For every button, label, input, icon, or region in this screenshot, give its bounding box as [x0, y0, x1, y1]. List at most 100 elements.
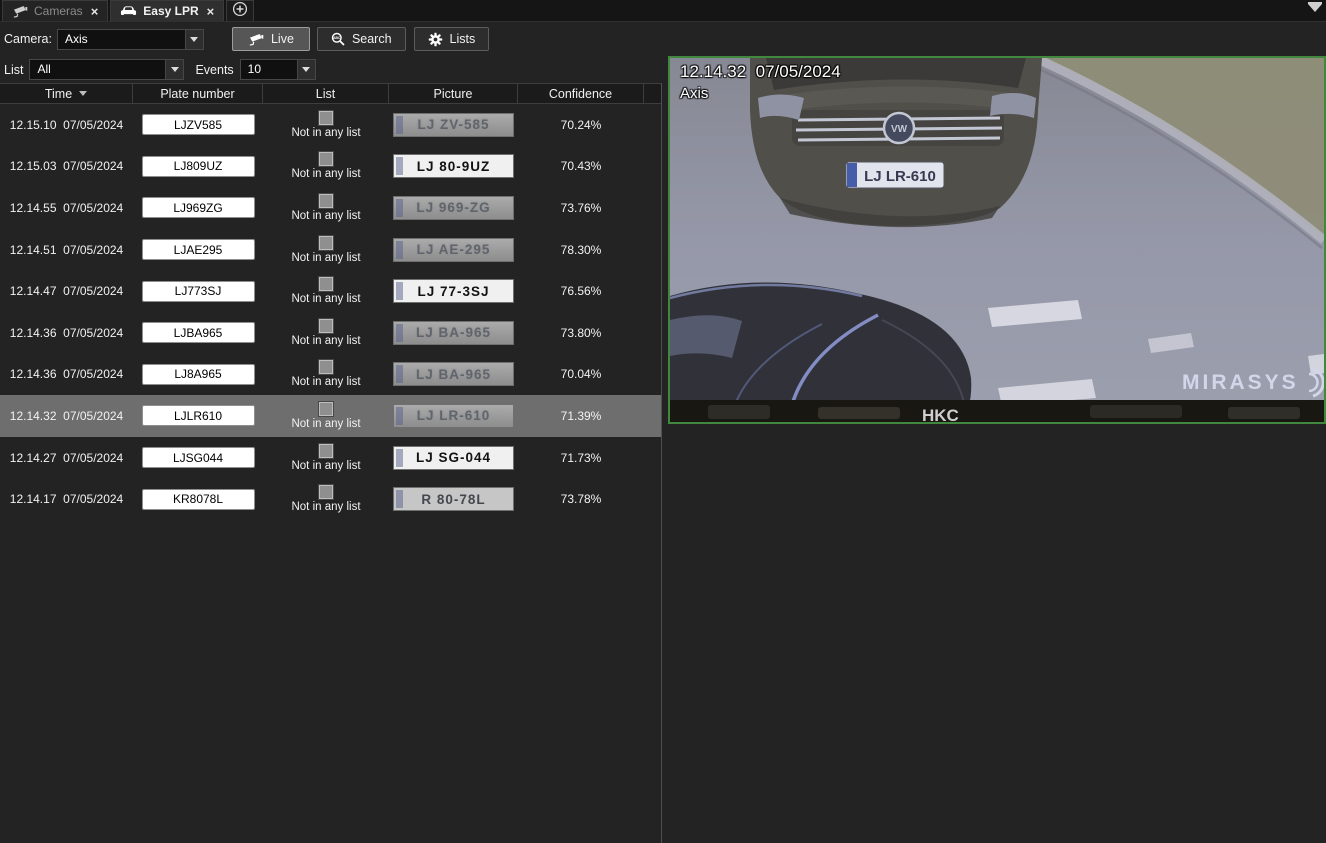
close-icon[interactable]: × [207, 4, 215, 19]
confidence-value: 71.73% [518, 451, 644, 465]
tab-easy-lpr[interactable]: Easy LPR × [110, 0, 224, 21]
plate-picture: LJ 77-3SJ [393, 279, 514, 303]
plate-number-field[interactable]: LJZV585 [142, 114, 255, 135]
event-time: 12.14.51 07/05/2024 [0, 243, 133, 257]
car-icon [120, 5, 137, 17]
table-row[interactable]: 12.14.36 07/05/2024 LJBA965 Not in any l… [0, 312, 662, 354]
plate-picture: R 80-78L [393, 487, 514, 511]
video-camera-name: Axis [680, 85, 708, 102]
video-timestamp: 12.14.32 07/05/2024 [680, 62, 841, 82]
plate-eu-strip [396, 116, 403, 134]
foreground-truck: HKC [670, 400, 1324, 422]
search-button-label: Search [352, 32, 392, 46]
live-button[interactable]: Live [232, 27, 310, 51]
table-row[interactable]: 12.14.47 07/05/2024 LJ773SJ Not in any l… [0, 270, 662, 312]
table-row[interactable]: 12.15.03 07/05/2024 LJ809UZ Not in any l… [0, 146, 662, 188]
table-row[interactable]: 12.15.10 07/05/2024 LJZV585 Not in any l… [0, 104, 662, 146]
confidence-value: 78.30% [518, 243, 644, 257]
table-row[interactable]: 12.14.55 07/05/2024 LJ969ZG Not in any l… [0, 187, 662, 229]
tab-easy-lpr-label: Easy LPR [143, 4, 198, 18]
column-header-time[interactable]: Time [0, 84, 133, 103]
plate-number-field[interactable]: LJLR610 [142, 405, 255, 426]
table-row[interactable]: 12.14.32 07/05/2024 LJLR610 Not in any l… [0, 395, 662, 437]
plate-eu-strip [396, 241, 403, 259]
list-status-label: Not in any list [291, 127, 360, 139]
plate-number-field[interactable]: LJ809UZ [142, 156, 255, 177]
close-icon[interactable]: × [91, 4, 99, 19]
magnifier-icon: ABC [331, 32, 345, 46]
lists-button[interactable]: Lists [414, 27, 490, 51]
camera-select[interactable]: Axis [57, 29, 204, 50]
confidence-value: 70.24% [518, 118, 644, 132]
search-button[interactable]: ABC Search [317, 27, 406, 51]
video-frame: VW LJ LR-610 [670, 58, 1324, 422]
list-checkbox[interactable] [319, 402, 333, 416]
list-checkbox[interactable] [319, 194, 333, 208]
events-count-value: 10 [241, 60, 297, 79]
list-status-label: Not in any list [291, 460, 360, 472]
plus-circle-icon [232, 1, 248, 22]
event-time: 12.14.47 07/05/2024 [0, 284, 133, 298]
plate-picture: LJ BA-965 [393, 362, 514, 386]
tab-overflow-icon[interactable] [1308, 4, 1322, 12]
chevron-down-icon[interactable] [185, 30, 203, 49]
table-row[interactable]: 12.14.27 07/05/2024 LJSG044 Not in any l… [0, 437, 662, 479]
plate-number-field[interactable]: LJSG044 [142, 447, 255, 468]
add-tab-button[interactable] [226, 0, 254, 21]
plate-picture: LJ AE-295 [393, 238, 514, 262]
list-checkbox[interactable] [319, 319, 333, 333]
tab-cameras[interactable]: Cameras × [2, 0, 108, 21]
list-checkbox[interactable] [319, 152, 333, 166]
column-header-list[interactable]: List [263, 84, 389, 103]
list-checkbox[interactable] [319, 277, 333, 291]
column-header-plate[interactable]: Plate number [133, 84, 263, 103]
plate-picture: LJ 969-ZG [393, 196, 514, 220]
plate-number-field[interactable]: LJAE295 [142, 239, 255, 260]
confidence-value: 76.56% [518, 284, 644, 298]
list-filter-label: List [4, 63, 23, 77]
live-video-panel[interactable]: VW LJ LR-610 [668, 56, 1326, 424]
events-filter-label: Events [195, 63, 233, 77]
events-count-select[interactable]: 10 [240, 59, 316, 80]
list-checkbox[interactable] [319, 236, 333, 250]
list-status-label: Not in any list [291, 168, 360, 180]
table-row[interactable]: 12.14.36 07/05/2024 LJ8A965 Not in any l… [0, 354, 662, 396]
camera-select-value: Axis [58, 30, 185, 49]
event-time: 12.15.03 07/05/2024 [0, 159, 133, 173]
camera-label: Camera: [4, 32, 52, 46]
plate-picture: LJ 80-9UZ [393, 154, 514, 178]
column-header-picture[interactable]: Picture [389, 84, 518, 103]
list-checkbox[interactable] [319, 485, 333, 499]
confidence-value: 73.80% [518, 326, 644, 340]
list-status-label: Not in any list [291, 418, 360, 430]
column-header-confidence[interactable]: Confidence [518, 84, 644, 103]
list-checkbox[interactable] [319, 444, 333, 458]
cctv-camera-icon [248, 33, 264, 46]
list-status-label: Not in any list [291, 210, 360, 222]
chevron-down-icon[interactable] [297, 60, 315, 79]
plate-number-field[interactable]: LJ969ZG [142, 197, 255, 218]
list-checkbox[interactable] [319, 360, 333, 374]
list-checkbox[interactable] [319, 111, 333, 125]
list-filter-value: All [30, 60, 165, 79]
event-time: 12.14.55 07/05/2024 [0, 201, 133, 215]
plate-number-field[interactable]: LJ8A965 [142, 364, 255, 385]
table-header: Time Plate number List Picture Confidenc… [0, 83, 662, 104]
table-row[interactable]: 12.14.17 07/05/2024 KR8078L Not in any l… [0, 478, 662, 520]
list-status-label: Not in any list [291, 252, 360, 264]
plate-number-field[interactable]: LJ773SJ [142, 281, 255, 302]
lists-button-label: Lists [450, 32, 476, 46]
event-time: 12.14.32 07/05/2024 [0, 409, 133, 423]
filter-row: List All Events 10 [0, 56, 661, 83]
sort-desc-icon [79, 91, 87, 96]
plate-picture: LJ ZV-585 [393, 113, 514, 137]
plate-eu-strip [396, 407, 403, 425]
list-status-label: Not in any list [291, 335, 360, 347]
chevron-down-icon[interactable] [165, 60, 183, 79]
table-row[interactable]: 12.14.51 07/05/2024 LJAE295 Not in any l… [0, 229, 662, 271]
plate-picture: LJ LR-610 [393, 404, 514, 428]
plate-number-field[interactable]: LJBA965 [142, 322, 255, 343]
truck-grille-text: HKC [922, 406, 959, 422]
plate-number-field[interactable]: KR8078L [142, 489, 255, 510]
list-filter-select[interactable]: All [29, 59, 184, 80]
